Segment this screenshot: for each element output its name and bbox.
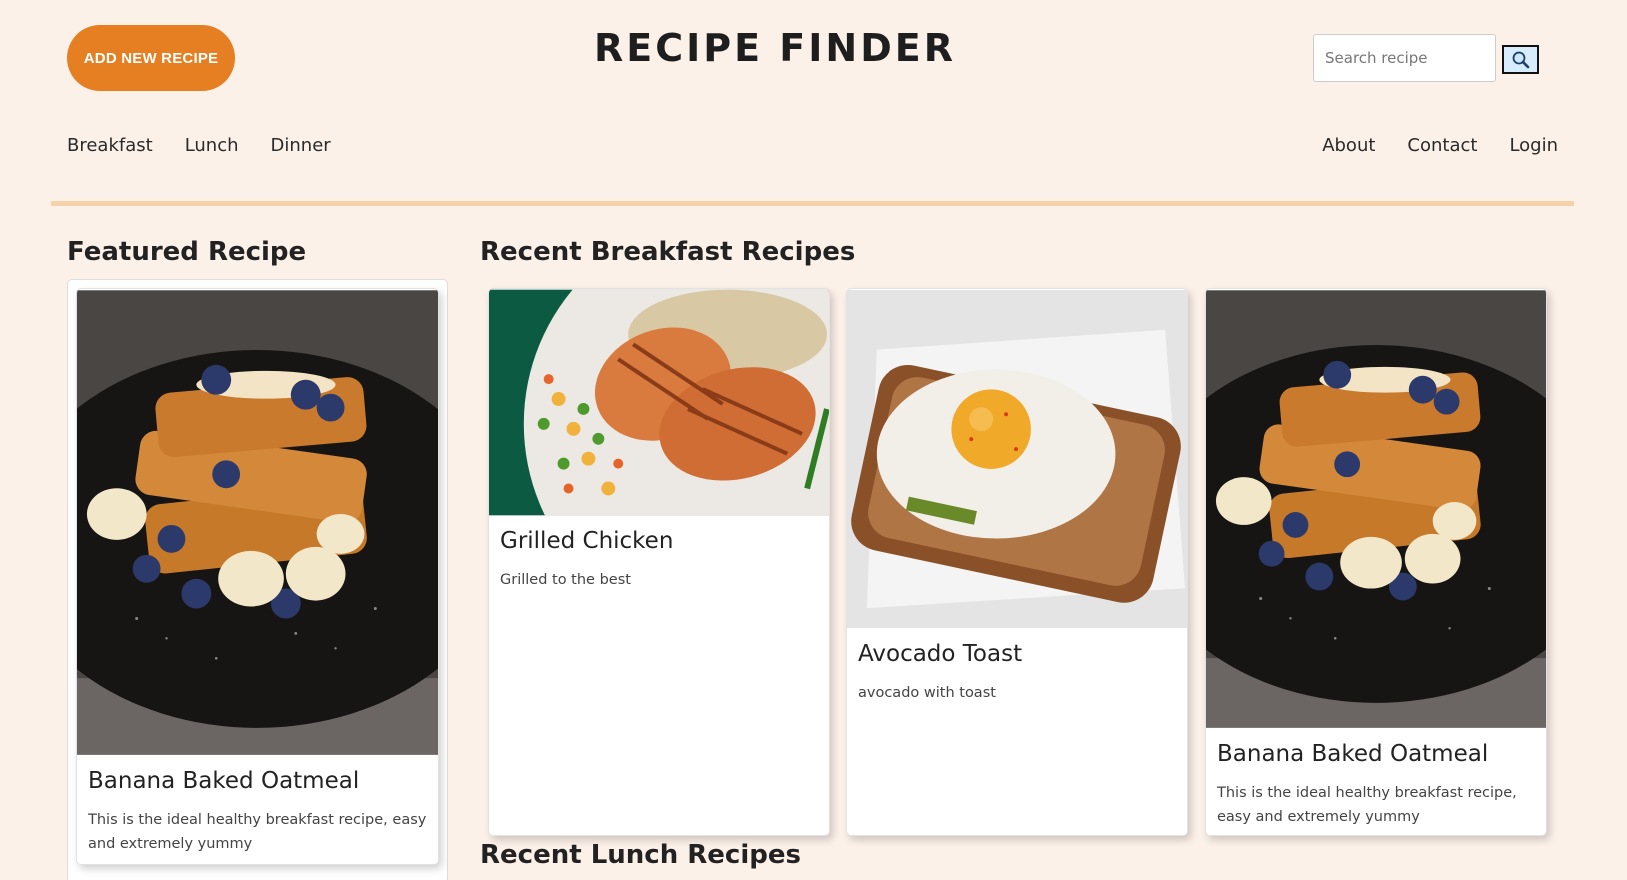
recipe-card[interactable]: Banana Baked Oatmeal This is the ideal h… xyxy=(1205,288,1547,836)
header-divider xyxy=(51,201,1574,206)
recipe-card[interactable]: Grilled Chicken Grilled to the best xyxy=(488,288,830,836)
search-input[interactable] xyxy=(1313,34,1496,82)
recipe-card[interactable]: Avocado Toast avocado with toast xyxy=(846,288,1188,836)
nav-contact[interactable]: Contact xyxy=(1407,135,1477,156)
nav-about[interactable]: About xyxy=(1322,135,1375,156)
recipe-description: This is the ideal healthy breakfast reci… xyxy=(88,812,427,852)
search-button[interactable] xyxy=(1502,45,1539,74)
site-nav: About Contact Login xyxy=(1322,135,1558,156)
recipe-title: Grilled Chicken xyxy=(500,528,674,554)
recipe-title: Avocado Toast xyxy=(858,641,1023,667)
featured-recipe-card[interactable]: Banana Baked Oatmeal This is the ideal h… xyxy=(76,288,439,865)
recipe-image xyxy=(77,290,438,755)
category-nav: Breakfast Lunch Dinner xyxy=(67,135,331,156)
nav-dinner[interactable]: Dinner xyxy=(271,135,331,156)
nav-lunch[interactable]: Lunch xyxy=(185,135,239,156)
recipe-title: Banana Baked Oatmeal xyxy=(88,768,360,794)
nav-breakfast[interactable]: Breakfast xyxy=(67,135,153,156)
recipe-title: Banana Baked Oatmeal xyxy=(1217,741,1489,767)
recipe-description: This is the ideal healthy breakfast reci… xyxy=(1217,785,1517,825)
recipe-image xyxy=(1206,290,1546,728)
nav-login[interactable]: Login xyxy=(1509,135,1558,156)
breakfast-heading: Recent Breakfast Recipes xyxy=(480,237,856,267)
lunch-heading: Recent Lunch Recipes xyxy=(480,840,801,870)
recipe-description: avocado with toast xyxy=(858,685,996,701)
recipe-image xyxy=(489,289,829,516)
recipe-description: Grilled to the best xyxy=(500,572,631,588)
magnifier-icon xyxy=(1512,51,1529,68)
featured-heading: Featured Recipe xyxy=(67,237,307,267)
recipe-image xyxy=(847,289,1187,629)
